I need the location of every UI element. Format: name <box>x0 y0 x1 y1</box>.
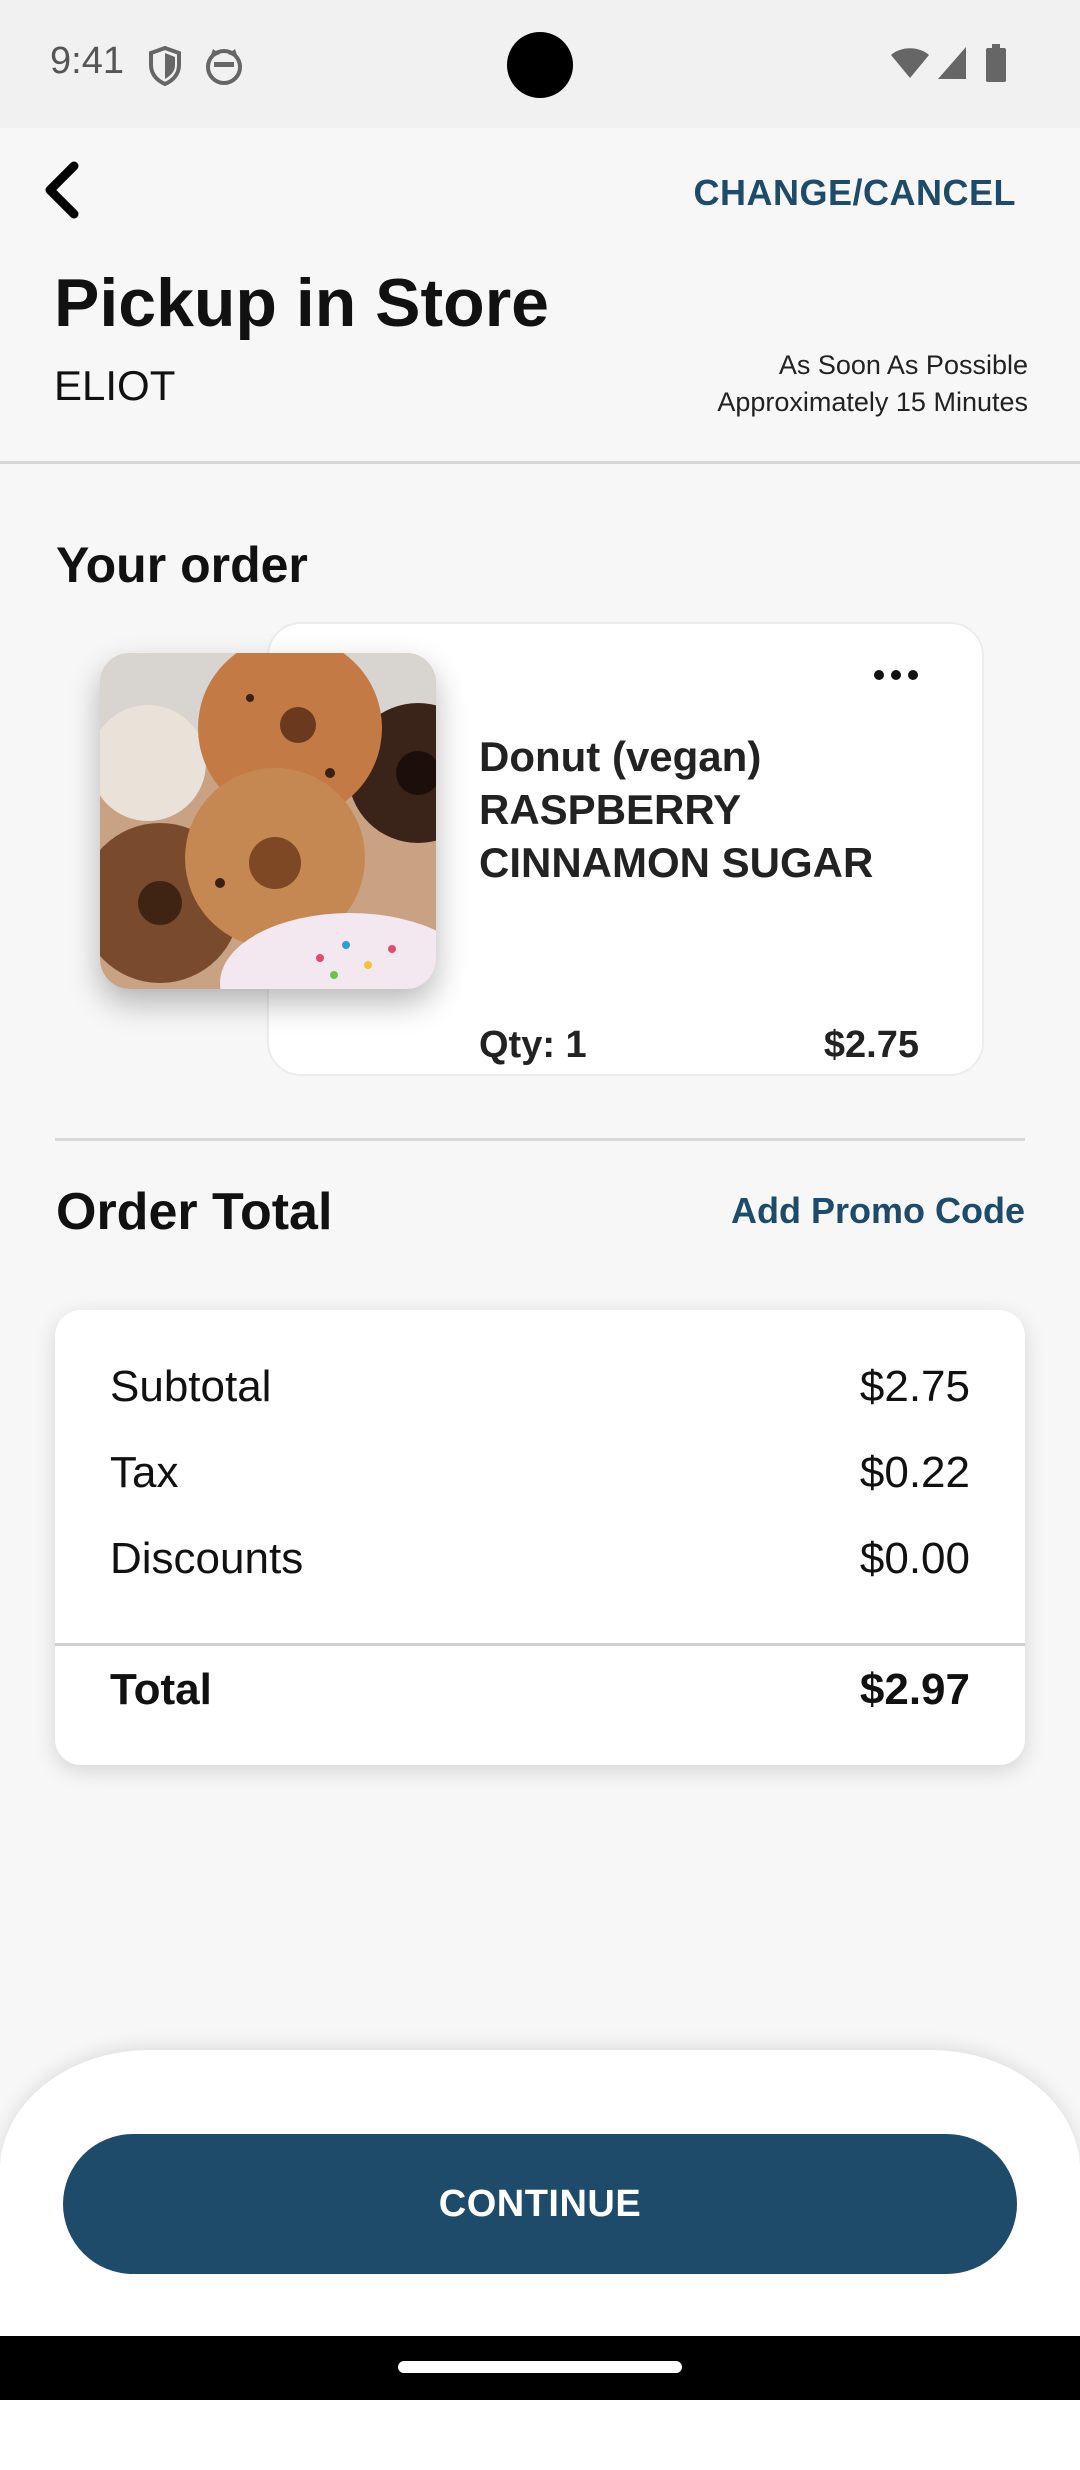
shield-icon <box>149 46 181 86</box>
status-time: 9:41 <box>50 40 124 82</box>
pickup-eta: As Soon As Possible <box>778 350 1028 380</box>
item-name: Donut (vegan) RASPBERRY CINNAMON SUGAR <box>479 733 874 886</box>
totals-divider <box>55 1643 1025 1646</box>
page-title: Pickup in Store <box>54 265 549 341</box>
item-price: $2.75 <box>823 1024 919 1066</box>
subtotal-label: Subtotal <box>110 1362 272 1411</box>
total-value: $2.97 <box>859 1665 970 1714</box>
tax-label: Tax <box>110 1448 179 1497</box>
change-cancel-button[interactable]: CHANGE/CANCEL <box>693 172 1016 214</box>
discounts-value: $0.00 <box>859 1534 970 1583</box>
add-promo-code-link[interactable]: Add Promo Code <box>731 1190 1025 1232</box>
item-quantity: Qty: 1 <box>479 1024 587 1066</box>
tax-value: $0.22 <box>859 1448 970 1497</box>
donut-product-image <box>100 653 436 989</box>
discounts-label: Discounts <box>110 1534 304 1583</box>
your-order-title: Your order <box>56 537 308 593</box>
more-options-icon[interactable] <box>872 665 920 685</box>
home-indicator[interactable] <box>398 2361 682 2373</box>
section-divider <box>55 1138 1025 1141</box>
wifi-icon <box>891 48 929 78</box>
signal-icon <box>938 47 966 79</box>
pickup-eta-estimate: Approximately 15 Minutes <box>717 387 1028 417</box>
battery-icon <box>986 44 1006 82</box>
subtotal-value: $2.75 <box>859 1362 970 1411</box>
store-name: ELIOT <box>54 362 176 409</box>
back-arrow-icon[interactable] <box>38 160 86 220</box>
total-label: Total <box>110 1665 212 1714</box>
header-divider <box>0 461 1080 464</box>
order-total-title: Order Total <box>56 1183 333 1241</box>
cat-face-icon <box>206 49 242 85</box>
camera-cutout <box>507 32 573 98</box>
continue-button[interactable]: CONTINUE <box>63 2134 1017 2274</box>
